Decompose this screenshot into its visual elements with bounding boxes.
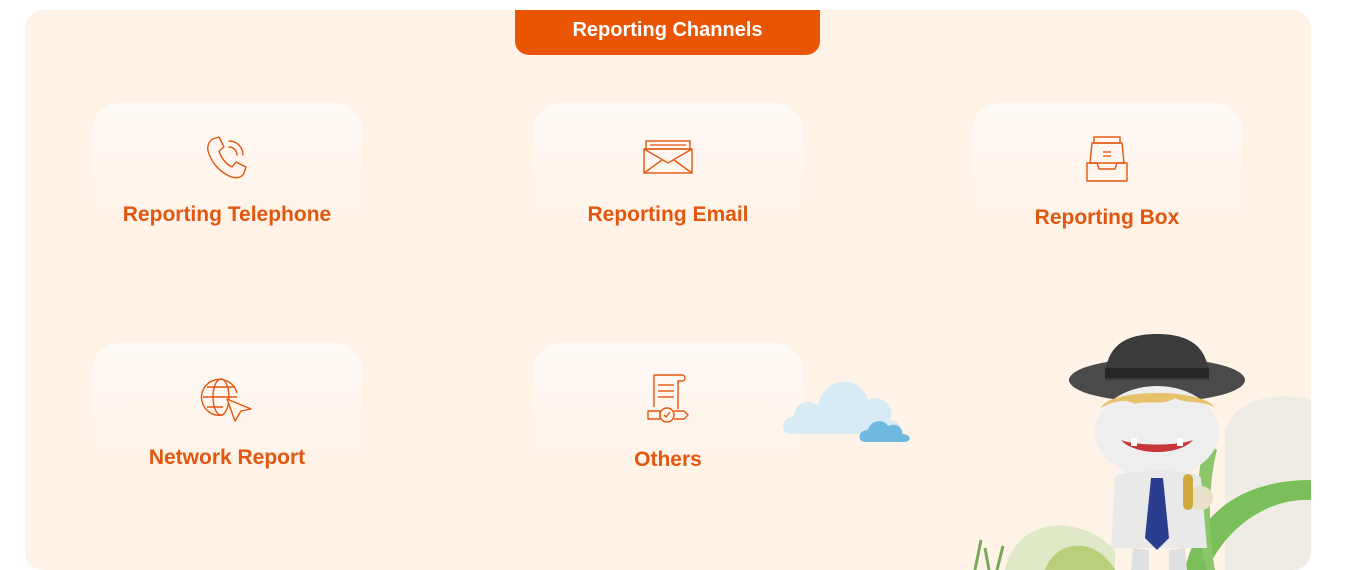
mascot-illustration [1069,334,1245,570]
channel-card-others[interactable]: Others [533,343,803,471]
globe-cursor-icon [200,378,252,422]
channel-card-network[interactable]: Network Report [92,343,362,469]
channel-label-network: Network Report [148,446,306,469]
mailbox-icon [1086,136,1128,182]
phone-icon [207,136,247,179]
channel-label-others: Others [634,448,702,471]
channel-label-telephone: Reporting Telephone [122,203,332,226]
channel-card-telephone[interactable]: Reporting Telephone [92,103,362,226]
channel-card-box[interactable]: Reporting Box [972,103,1242,229]
channel-label-box: Reporting Box [1034,206,1180,229]
channel-label-email: Reporting Email [587,203,749,226]
document-scroll-icon [647,374,689,423]
reporting-channels-panel: Reporting Channels Reporting Telephone R… [25,10,1311,570]
email-icon [643,140,693,174]
cloud-illustration [782,381,910,442]
tab-reporting-channels-label: Reporting Channels [572,19,763,41]
channel-card-email[interactable]: Reporting Email [533,103,803,226]
tab-reporting-channels[interactable]: Reporting Channels [515,10,820,55]
